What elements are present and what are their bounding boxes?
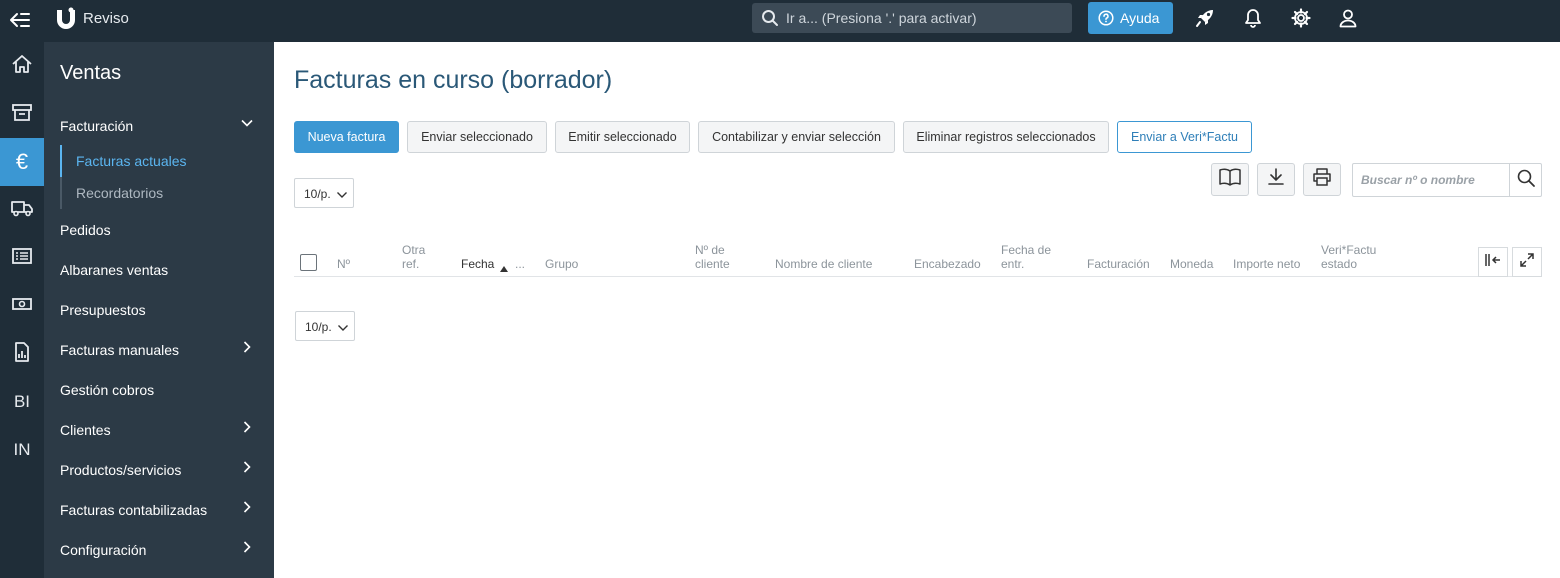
- new-invoice-button[interactable]: Nueva factura: [294, 121, 399, 153]
- issue-selected-button[interactable]: Emitir seleccionado: [555, 121, 690, 153]
- sidebar-item-clientes[interactable]: Clientes: [60, 422, 111, 438]
- page-title: Facturas en curso (borrador): [294, 66, 613, 94]
- book-and-send-button[interactable]: Contabilizar y enviar selección: [698, 121, 895, 153]
- archive-icon: [11, 102, 33, 127]
- chevron-right-icon[interactable]: [240, 500, 254, 514]
- sidebar-item-gestion-cobros[interactable]: Gestión cobros: [60, 382, 154, 398]
- reviso-logo-icon[interactable]: [55, 7, 77, 29]
- column-date[interactable]: Fecha: [461, 257, 494, 271]
- user-icon[interactable]: [1337, 7, 1359, 29]
- table-header: Nº Otra ref. Fecha ... Grupo Nº de clien…: [294, 237, 1542, 277]
- table-search-input[interactable]: [1353, 164, 1511, 196]
- column-currency[interactable]: Moneda: [1170, 257, 1213, 271]
- delete-selected-button[interactable]: Eliminar registros seleccionados: [903, 121, 1109, 153]
- page-size-value: 10/p.: [304, 187, 331, 201]
- expand-button[interactable]: [1512, 247, 1542, 277]
- rail-delivery[interactable]: [0, 186, 44, 234]
- column-group[interactable]: Grupo: [545, 257, 578, 271]
- book-icon: [1218, 167, 1242, 192]
- brand-name: Reviso: [83, 10, 129, 27]
- page-size-select[interactable]: 10/p.: [294, 178, 354, 208]
- column-menu[interactable]: ...: [515, 257, 525, 271]
- printer-icon: [1311, 167, 1333, 192]
- column-customer-name[interactable]: Nombre de cliente: [775, 257, 872, 271]
- report-icon: [13, 341, 31, 368]
- help-label: Ayuda: [1120, 10, 1160, 26]
- book-view-button[interactable]: [1211, 163, 1249, 196]
- column-verifactu-status[interactable]: Veri*Factu estado: [1321, 243, 1381, 271]
- sidebar-item-facturacion[interactable]: Facturación: [60, 118, 133, 134]
- column-number[interactable]: Nº: [337, 257, 350, 271]
- sidebar-item-productos[interactable]: Productos/servicios: [60, 462, 181, 478]
- rail-archive[interactable]: [0, 90, 44, 138]
- column-other-ref[interactable]: Otra ref.: [402, 243, 434, 271]
- sidebar-item-facturas-actuales[interactable]: Facturas actuales: [76, 153, 187, 169]
- help-button[interactable]: Ayuda: [1088, 2, 1173, 34]
- select-all-checkbox[interactable]: [300, 254, 317, 271]
- chevron-right-icon[interactable]: [240, 460, 254, 474]
- column-settings-button[interactable]: [1478, 247, 1508, 277]
- list-icon: [11, 247, 33, 270]
- rail-home[interactable]: [0, 42, 44, 90]
- download-icon: [1266, 167, 1286, 192]
- rocket-icon[interactable]: [1194, 7, 1216, 29]
- rail-lists[interactable]: [0, 234, 44, 282]
- print-button[interactable]: [1303, 163, 1341, 196]
- rail-payments[interactable]: [0, 282, 44, 330]
- sidebar-item-pedidos[interactable]: Pedidos: [60, 222, 111, 238]
- chevron-down-icon: [337, 322, 349, 332]
- page-size-select-bottom[interactable]: 10/p.: [295, 311, 355, 341]
- rail-bi[interactable]: BI: [0, 378, 44, 426]
- collapse-menu-icon[interactable]: [8, 8, 32, 32]
- submenu-active-indicator: [60, 145, 62, 177]
- column-delivery-date[interactable]: Fecha de entr.: [1001, 243, 1057, 271]
- main-content: Facturas en curso (borrador) Nueva factu…: [274, 42, 1560, 578]
- sidebar-item-facturas-contabilizadas[interactable]: Facturas contabilizadas: [60, 502, 207, 518]
- table-search-button[interactable]: [1509, 164, 1541, 196]
- truck-icon: [10, 199, 34, 222]
- app-rail: € BI IN: [0, 42, 44, 578]
- sidebar-item-configuracion[interactable]: Configuración: [60, 542, 146, 558]
- gear-icon[interactable]: [1290, 7, 1312, 29]
- global-search[interactable]: Ir a... (Presiona '.' para activar): [752, 3, 1072, 33]
- table-search: [1352, 163, 1542, 197]
- in-icon: IN: [13, 440, 31, 459]
- money-icon: [11, 296, 33, 317]
- column-billing[interactable]: Facturación: [1087, 257, 1150, 271]
- expand-icon: [1519, 252, 1535, 273]
- search-icon: [1516, 168, 1536, 193]
- chevron-right-icon[interactable]: [240, 420, 254, 434]
- sort-ascending-icon: [499, 260, 509, 278]
- search-icon: [761, 9, 779, 27]
- rail-in[interactable]: IN: [0, 426, 44, 474]
- sidebar-item-recordatorios[interactable]: Recordatorios: [76, 185, 163, 201]
- column-net-amount[interactable]: Importe neto: [1233, 257, 1300, 271]
- chevron-right-icon[interactable]: [240, 340, 254, 354]
- global-search-placeholder: Ir a... (Presiona '.' para activar): [786, 10, 977, 26]
- chevron-down-icon: [336, 189, 348, 199]
- page-size-value: 10/p.: [305, 320, 332, 334]
- top-bar: Reviso Ir a... (Presiona '.' para activa…: [0, 0, 1560, 42]
- sales-sidebar: Ventas Facturación Facturas actuales Rec…: [44, 42, 274, 578]
- sidebar-title: Ventas: [60, 62, 122, 84]
- sidebar-item-albaranes[interactable]: Albaranes ventas: [60, 262, 168, 278]
- sidebar-item-presupuestos[interactable]: Presupuestos: [60, 302, 146, 318]
- column-customer-number[interactable]: Nº de cliente: [695, 243, 735, 271]
- rail-sales[interactable]: €: [0, 138, 44, 186]
- send-selected-button[interactable]: Enviar seleccionado: [407, 121, 547, 153]
- bell-icon[interactable]: [1242, 7, 1264, 29]
- rail-reports[interactable]: [0, 330, 44, 378]
- home-icon: [11, 54, 33, 79]
- chevron-down-icon[interactable]: [240, 116, 254, 130]
- column-header[interactable]: Encabezado: [914, 257, 981, 271]
- question-icon: [1098, 10, 1114, 26]
- chevron-right-icon[interactable]: [240, 540, 254, 554]
- euro-icon: €: [15, 149, 29, 174]
- download-button[interactable]: [1257, 163, 1295, 196]
- sidebar-item-facturas-manuales[interactable]: Facturas manuales: [60, 342, 179, 358]
- bi-icon: BI: [13, 392, 31, 411]
- send-verifactu-button[interactable]: Enviar a Veri*Factu: [1117, 121, 1252, 153]
- columns-icon: [1484, 253, 1502, 272]
